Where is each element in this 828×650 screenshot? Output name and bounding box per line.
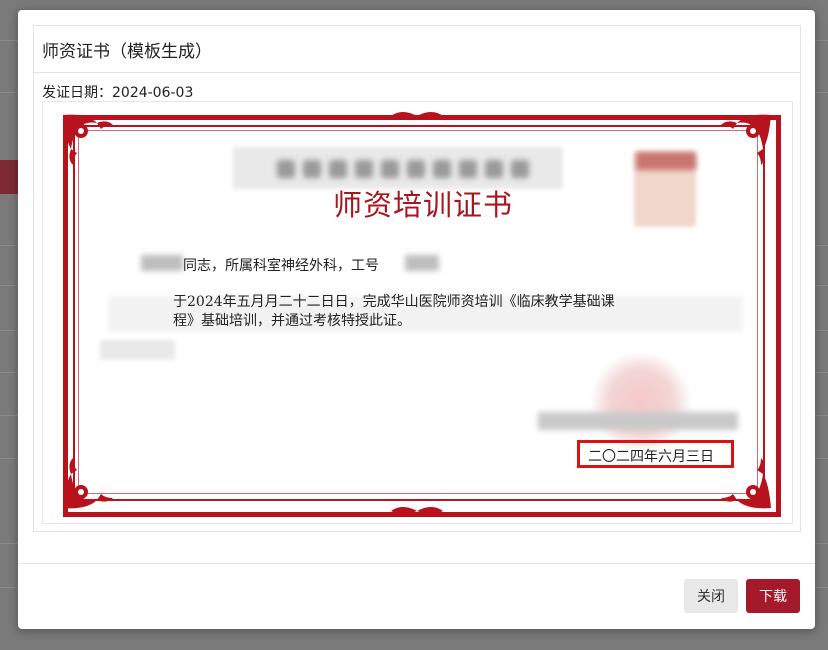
employee-id-redacted [405, 255, 439, 271]
certificate-panel: 师资证书（模板生成） 发证日期：2024-06-03 师资培训证书 同志，所属科… [33, 25, 801, 532]
dialog-header: 师资证书（模板生成） [34, 26, 800, 73]
photo-redacted-top [636, 152, 696, 170]
background-tab [0, 160, 18, 194]
close-button[interactable]: 关闭 [684, 579, 738, 613]
certificate-body-line2: 程》基础培训，并通过考核特授此证。 [173, 313, 411, 329]
certificate-body-line1: 于2024年五月月二十二日日，完成华山医院师资培训《临床教学基础课 [173, 294, 615, 310]
seal-stamp-redacted [591, 352, 691, 452]
redacted-area [100, 340, 175, 360]
recipient-name-redacted [141, 255, 183, 271]
recipient-line: 同志，所属科室神经外科，工号 [183, 258, 379, 274]
corner-ornament-icon [63, 114, 113, 165]
certificate-preview: 师资培训证书 同志，所属科室神经外科，工号 于2024年五月月二十二日日，完成华… [42, 101, 793, 524]
top-ornament-icon [391, 112, 443, 119]
issuer-redacted [538, 412, 738, 430]
footer-divider [18, 563, 815, 564]
certificate-title: 师资培训证书 [332, 188, 513, 222]
dialog-title: 师资证书（模板生成） [42, 42, 212, 62]
bottom-ornament-icon [391, 507, 443, 514]
organization-name-redacted [243, 154, 563, 184]
date-highlight-box [577, 440, 734, 468]
issue-date: 发证日期：2024-06-03 [42, 85, 194, 101]
corner-ornament-icon [721, 114, 771, 165]
download-button[interactable]: 下载 [746, 579, 800, 613]
corner-ornament-icon [63, 458, 113, 509]
certificate-dialog: 师资证书（模板生成） 发证日期：2024-06-03 师资培训证书 同志，所属科… [18, 10, 815, 629]
